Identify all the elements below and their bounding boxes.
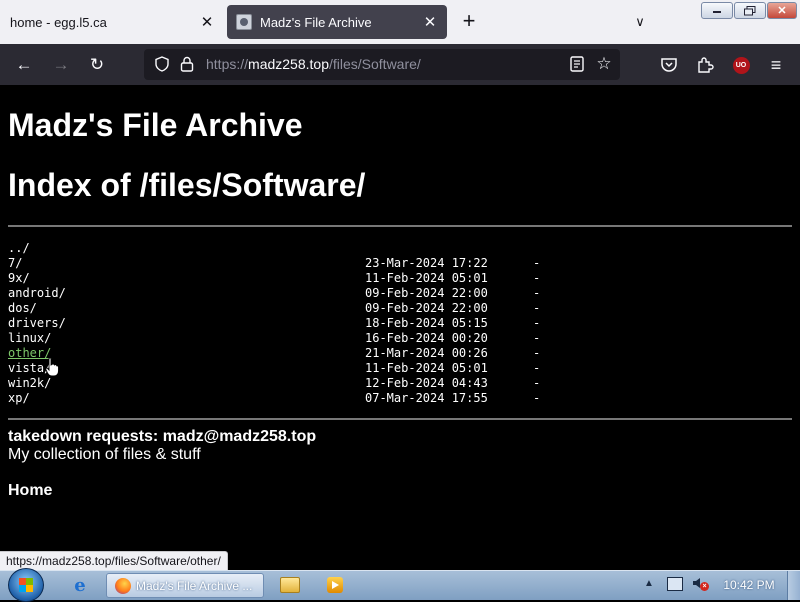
- minimize-icon: [713, 10, 721, 13]
- entry-size: -: [533, 256, 541, 270]
- entry-date: 12-Feb-2024 04:43: [365, 376, 488, 390]
- home-link[interactable]: Home: [8, 482, 52, 500]
- windows-taskbar: e Madz's File Archive ... ▲ × 10:42 PM: [0, 568, 800, 602]
- entry-date: 16-Feb-2024 00:20: [365, 331, 488, 345]
- entry-date: 09-Feb-2024 22:00: [365, 286, 488, 300]
- site-title: Madz's File Archive: [8, 107, 303, 143]
- tab-home[interactable]: home - egg.l5.ca ✕: [0, 0, 224, 44]
- windows-logo-icon: [19, 578, 33, 592]
- window-restore-button[interactable]: [734, 2, 766, 19]
- entry-link-9x[interactable]: 9x/: [8, 271, 30, 286]
- index-title: Index of /files/Software/: [8, 167, 366, 203]
- start-button[interactable]: [8, 568, 44, 602]
- app-menu-button[interactable]: ≡: [763, 52, 789, 78]
- media-player-icon[interactable]: [322, 574, 348, 596]
- folder-icon: [280, 577, 300, 593]
- top-divider: [8, 225, 792, 227]
- restore-icon: [744, 5, 756, 15]
- entry-link-7[interactable]: 7/: [8, 256, 22, 271]
- entry-date: 07-Mar-2024 17:55: [365, 391, 488, 405]
- url-prefix: https://: [206, 56, 249, 72]
- entry-link-drivers[interactable]: drivers/: [8, 316, 66, 331]
- entry-date: 23-Mar-2024 17:22: [365, 256, 488, 270]
- taskbar-window-title: Madz's File Archive ...: [136, 578, 253, 593]
- ublock-icon: UO: [732, 56, 750, 74]
- entry-link-xp[interactable]: xp/: [8, 391, 30, 406]
- navigation-toolbar: ← → ↻ https://madz258.top/files/Software…: [0, 44, 800, 85]
- puzzle-piece-icon: [698, 57, 714, 73]
- address-bar[interactable]: https://madz258.top/files/Software/ ☆: [144, 49, 620, 80]
- window-close-button[interactable]: ✕: [767, 2, 797, 19]
- entry-link-dos[interactable]: dos/: [8, 301, 37, 316]
- link-status-tooltip: https://madz258.top/files/Software/other…: [0, 551, 228, 571]
- entry-size: -: [533, 376, 541, 390]
- tab-close-icon[interactable]: ✕: [418, 10, 442, 34]
- system-clock[interactable]: 10:42 PM: [716, 578, 782, 592]
- entry-date: 11-Feb-2024 05:01: [365, 361, 488, 375]
- tab-strip: home - egg.l5.ca ✕ Madz's File Archive ✕…: [0, 0, 800, 44]
- taskbar-firefox-window[interactable]: Madz's File Archive ...: [106, 573, 264, 598]
- forward-button[interactable]: →: [48, 52, 74, 78]
- reload-icon: ↻: [89, 55, 105, 74]
- window-minimize-button[interactable]: [701, 2, 733, 19]
- parent-directory-link[interactable]: ../: [8, 241, 30, 256]
- reader-view-icon[interactable]: [568, 55, 586, 73]
- volume-muted-icon[interactable]: ×: [692, 577, 709, 593]
- entry-date: 09-Feb-2024 22:00: [365, 301, 488, 315]
- firefox-icon: [115, 577, 131, 594]
- show-hidden-icons-icon[interactable]: ▲: [644, 578, 654, 589]
- entry-size: -: [533, 286, 541, 300]
- hamburger-menu-icon: ≡: [770, 54, 782, 75]
- entry-link-android[interactable]: android/: [8, 286, 66, 301]
- back-arrow-icon: ←: [15, 55, 33, 74]
- entry-size: -: [533, 361, 541, 375]
- back-button[interactable]: ←: [11, 52, 37, 78]
- pocket-button[interactable]: [656, 52, 682, 78]
- ublock-origin-button[interactable]: UO: [728, 52, 754, 78]
- tab-title: home - egg.l5.ca: [10, 14, 107, 30]
- list-all-tabs-icon[interactable]: ∨: [630, 10, 650, 34]
- takedown-notice: takedown requests: madz@madz258.top: [8, 428, 317, 445]
- network-icon[interactable]: [667, 577, 683, 591]
- entry-size: -: [533, 331, 541, 345]
- extensions-button[interactable]: [692, 52, 718, 78]
- tracking-protection-shield-icon[interactable]: [154, 56, 170, 72]
- entry-link-win2k[interactable]: win2k/: [8, 376, 51, 391]
- tab-close-icon[interactable]: ✕: [195, 10, 219, 34]
- url-host: madz258.top: [248, 56, 329, 72]
- close-icon: ✕: [777, 5, 787, 17]
- entry-size: -: [533, 391, 541, 405]
- pocket-icon: [661, 58, 677, 72]
- hand-cursor-icon: [45, 357, 59, 377]
- tab-file-archive[interactable]: Madz's File Archive ✕: [227, 5, 447, 39]
- url-path: /files/Software/: [328, 56, 421, 72]
- entry-size: -: [533, 301, 541, 315]
- internet-explorer-icon[interactable]: e: [67, 574, 93, 596]
- entry-date: 11-Feb-2024 05:01: [365, 271, 488, 285]
- page-content: Madz's File Archive Index of /files/Soft…: [0, 85, 800, 571]
- reload-button[interactable]: ↻: [84, 52, 110, 78]
- favicon-icon: [236, 14, 252, 30]
- bottom-divider: [8, 418, 792, 420]
- forward-arrow-icon: →: [52, 55, 70, 74]
- file-explorer-icon[interactable]: [277, 574, 303, 596]
- site-tagline: My collection of files & stuff: [8, 446, 201, 463]
- entry-size: -: [533, 271, 541, 285]
- entry-size: -: [533, 316, 541, 330]
- lock-icon[interactable]: [180, 56, 194, 72]
- mute-x-icon: ×: [700, 582, 709, 591]
- entry-link-linux[interactable]: linux/: [8, 331, 51, 346]
- show-desktop-button[interactable]: [787, 571, 800, 600]
- play-icon: [327, 577, 343, 593]
- entry-date: 21-Mar-2024 00:26: [365, 346, 488, 360]
- tab-title: Madz's File Archive: [260, 14, 372, 30]
- url-text[interactable]: https://madz258.top/files/Software/: [206, 56, 421, 72]
- entry-size: -: [533, 346, 541, 360]
- bookmark-star-icon[interactable]: ☆: [594, 54, 614, 74]
- entry-date: 18-Feb-2024 05:15: [365, 316, 488, 330]
- new-tab-button[interactable]: +: [457, 10, 481, 34]
